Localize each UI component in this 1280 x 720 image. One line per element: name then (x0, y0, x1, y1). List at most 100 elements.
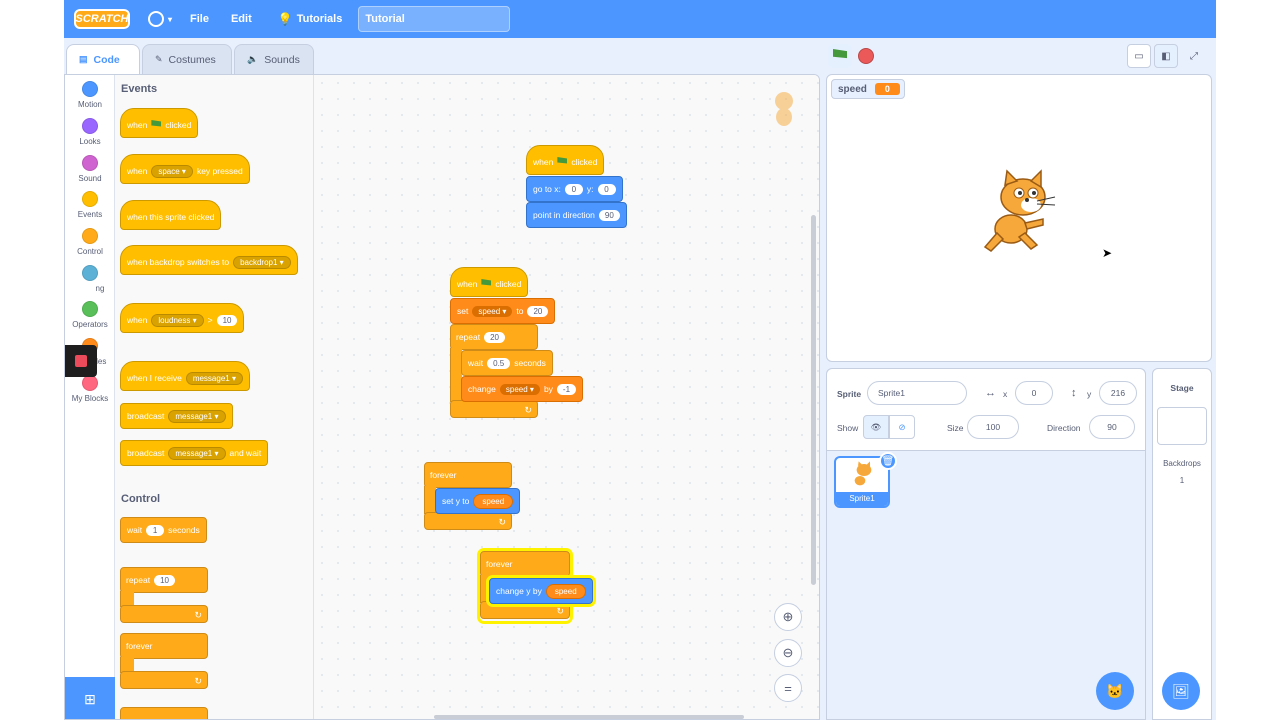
block-when-sprite-clicked[interactable]: when this sprite clicked (120, 200, 222, 230)
block-text: when (533, 157, 554, 167)
script3-set-y[interactable]: set y to speed (435, 488, 521, 514)
project-title-input[interactable]: Tutorial (358, 6, 511, 32)
category-label: Looks (79, 137, 101, 146)
direction-input[interactable]: 90 (598, 209, 620, 221)
zoom-out-button[interactable]: ⊖ (774, 639, 802, 667)
script1-go-to-xy[interactable]: go to x: 0 y: 0 (526, 176, 623, 202)
value-input[interactable]: 10 (216, 314, 238, 326)
category-operators[interactable]: Operators (65, 301, 115, 329)
value-input[interactable]: -1 (556, 383, 577, 395)
backdrops-label: Backdrops (1163, 459, 1201, 468)
category-sensing[interactable]: ng (65, 265, 115, 293)
direction-input[interactable]: 90 (1089, 415, 1135, 439)
block-forever[interactable]: forever ↻ (120, 633, 208, 691)
block-when-flag-clicked[interactable]: when clicked (120, 108, 199, 138)
fullscreen-button[interactable]: ⤢ (1182, 44, 1206, 68)
variable-monitor-speed[interactable]: speed 0 (831, 79, 905, 99)
block-text: seconds (168, 525, 200, 535)
block-partial[interactable] (120, 707, 208, 719)
x-position-input[interactable]: 0 (1015, 381, 1053, 405)
show-visible-button[interactable]: 👁 (863, 415, 889, 439)
block-when-key-pressed[interactable]: when space ▾ key pressed (120, 154, 250, 184)
workspace-vertical-scrollbar[interactable] (811, 215, 816, 585)
block-broadcast-and-wait[interactable]: broadcast message1 ▾ and wait (120, 440, 269, 466)
block-text: go to x: (533, 184, 561, 194)
edit-menu[interactable]: Edit (231, 13, 252, 25)
recording-overlay[interactable] (65, 345, 97, 377)
block-text: when (127, 166, 148, 176)
add-sprite-button[interactable]: 🐱 (1096, 672, 1134, 710)
block-wait[interactable]: wait 1 seconds (120, 517, 207, 543)
sprite-name-input[interactable]: Sprite1 (867, 381, 967, 405)
value-input[interactable]: 20 (527, 305, 549, 317)
category-label: Motion (77, 100, 102, 109)
tab-code[interactable]: ▤ Code (66, 44, 140, 74)
repeat-count-input[interactable]: 20 (484, 331, 506, 343)
value-input[interactable]: 10 (154, 574, 176, 586)
category-my-blocks[interactable]: My Blocks (65, 375, 115, 403)
cat-sprite[interactable] (977, 167, 1063, 257)
y-input[interactable]: 0 (597, 183, 616, 195)
stop-button[interactable] (858, 48, 874, 64)
category-looks[interactable]: Looks (65, 118, 115, 146)
category-events[interactable]: Events (65, 191, 115, 219)
large-stage-button[interactable]: ◧ (1154, 44, 1178, 68)
script1-point-in-direction[interactable]: point in direction 90 (526, 202, 627, 228)
seconds-input[interactable]: 0.5 (487, 357, 511, 369)
block-broadcast[interactable]: broadcast message1 ▾ (120, 403, 233, 429)
speed-reporter[interactable]: speed (545, 583, 586, 599)
workspace-horizontal-scrollbar[interactable] (434, 715, 744, 719)
add-extension-button[interactable]: ⊞ (65, 677, 115, 719)
large-stage-icon: ◧ (1161, 50, 1171, 62)
block-text: > (207, 315, 213, 325)
message-dropdown[interactable]: message1 ▾ (168, 409, 226, 423)
message-dropdown[interactable]: message1 ▾ (185, 371, 243, 385)
stage-thumbnail[interactable] (1157, 407, 1207, 445)
zoom-in-button[interactable]: ⊕ (774, 603, 802, 631)
green-flag-button[interactable] (828, 44, 852, 68)
value-input[interactable]: 1 (146, 524, 165, 536)
tutorials-menu[interactable]: 💡 Tutorials (278, 12, 343, 26)
block-when-backdrop-switches[interactable]: when backdrop switches to backdrop1 ▾ (120, 245, 298, 275)
variable-dropdown[interactable]: speed ▾ (499, 383, 540, 395)
script2-set-variable[interactable]: set speed ▾ to 20 (450, 298, 556, 324)
tab-costumes[interactable]: ✎ Costumes (142, 44, 232, 74)
script2-when-flag-clicked[interactable]: when clicked (450, 267, 529, 297)
stage[interactable]: speed 0 ➤ (826, 74, 1212, 362)
tab-sounds[interactable]: 🔈 Sounds (234, 44, 314, 74)
scratch-logo[interactable]: SCRATCH (74, 9, 130, 29)
block-repeat[interactable]: repeat 10 ↻ (120, 567, 208, 625)
backdrop-dropdown[interactable]: backdrop1 ▾ (233, 255, 291, 269)
key-dropdown[interactable]: space ▾ (151, 164, 193, 178)
script2-change-variable[interactable]: change speed ▾ by -1 (461, 376, 584, 402)
small-stage-button[interactable]: ▭ (1127, 44, 1151, 68)
delete-sprite-button[interactable]: 🗑 (879, 452, 897, 470)
show-hidden-button[interactable]: ⊘ (889, 415, 915, 439)
loudness-dropdown[interactable]: loudness ▾ (151, 313, 204, 327)
category-label: My Blocks (71, 394, 109, 403)
block-text: clicked (165, 120, 192, 130)
script4-change-y[interactable]: change y by speed (489, 578, 593, 604)
size-input[interactable]: 100 (967, 415, 1019, 439)
block-text: change (468, 384, 496, 394)
speed-reporter[interactable]: speed (473, 493, 514, 509)
loop-arrow-icon: ↻ (194, 610, 202, 620)
stage-target-pane[interactable]: Stage Backdrops 1 (1152, 368, 1212, 720)
block-when-i-receive[interactable]: when I receive message1 ▾ (120, 361, 250, 391)
block-when-loudness[interactable]: when loudness ▾ >10 (120, 303, 245, 333)
category-motion[interactable]: Motion (65, 81, 115, 109)
brush-icon: ✎ (155, 54, 163, 64)
category-sound[interactable]: Sound (65, 155, 115, 183)
message-dropdown[interactable]: message1 ▾ (168, 446, 226, 460)
add-backdrop-button[interactable]: 🖼 (1162, 672, 1200, 710)
script2-wait[interactable]: wait 0.5 seconds (461, 350, 553, 376)
x-input[interactable]: 0 (564, 183, 583, 195)
script-workspace[interactable]: when clicked go to x: 0 y: 0 point in direct… (314, 75, 819, 719)
script1-when-flag-clicked[interactable]: when clicked (526, 145, 605, 175)
category-control[interactable]: Control (65, 228, 115, 256)
variable-dropdown[interactable]: speed ▾ (472, 305, 513, 317)
file-menu[interactable]: File (190, 13, 209, 25)
language-menu[interactable]: ▾ (148, 11, 172, 27)
zoom-reset-button[interactable]: = (774, 674, 802, 702)
y-position-input[interactable]: 216 (1099, 381, 1137, 405)
